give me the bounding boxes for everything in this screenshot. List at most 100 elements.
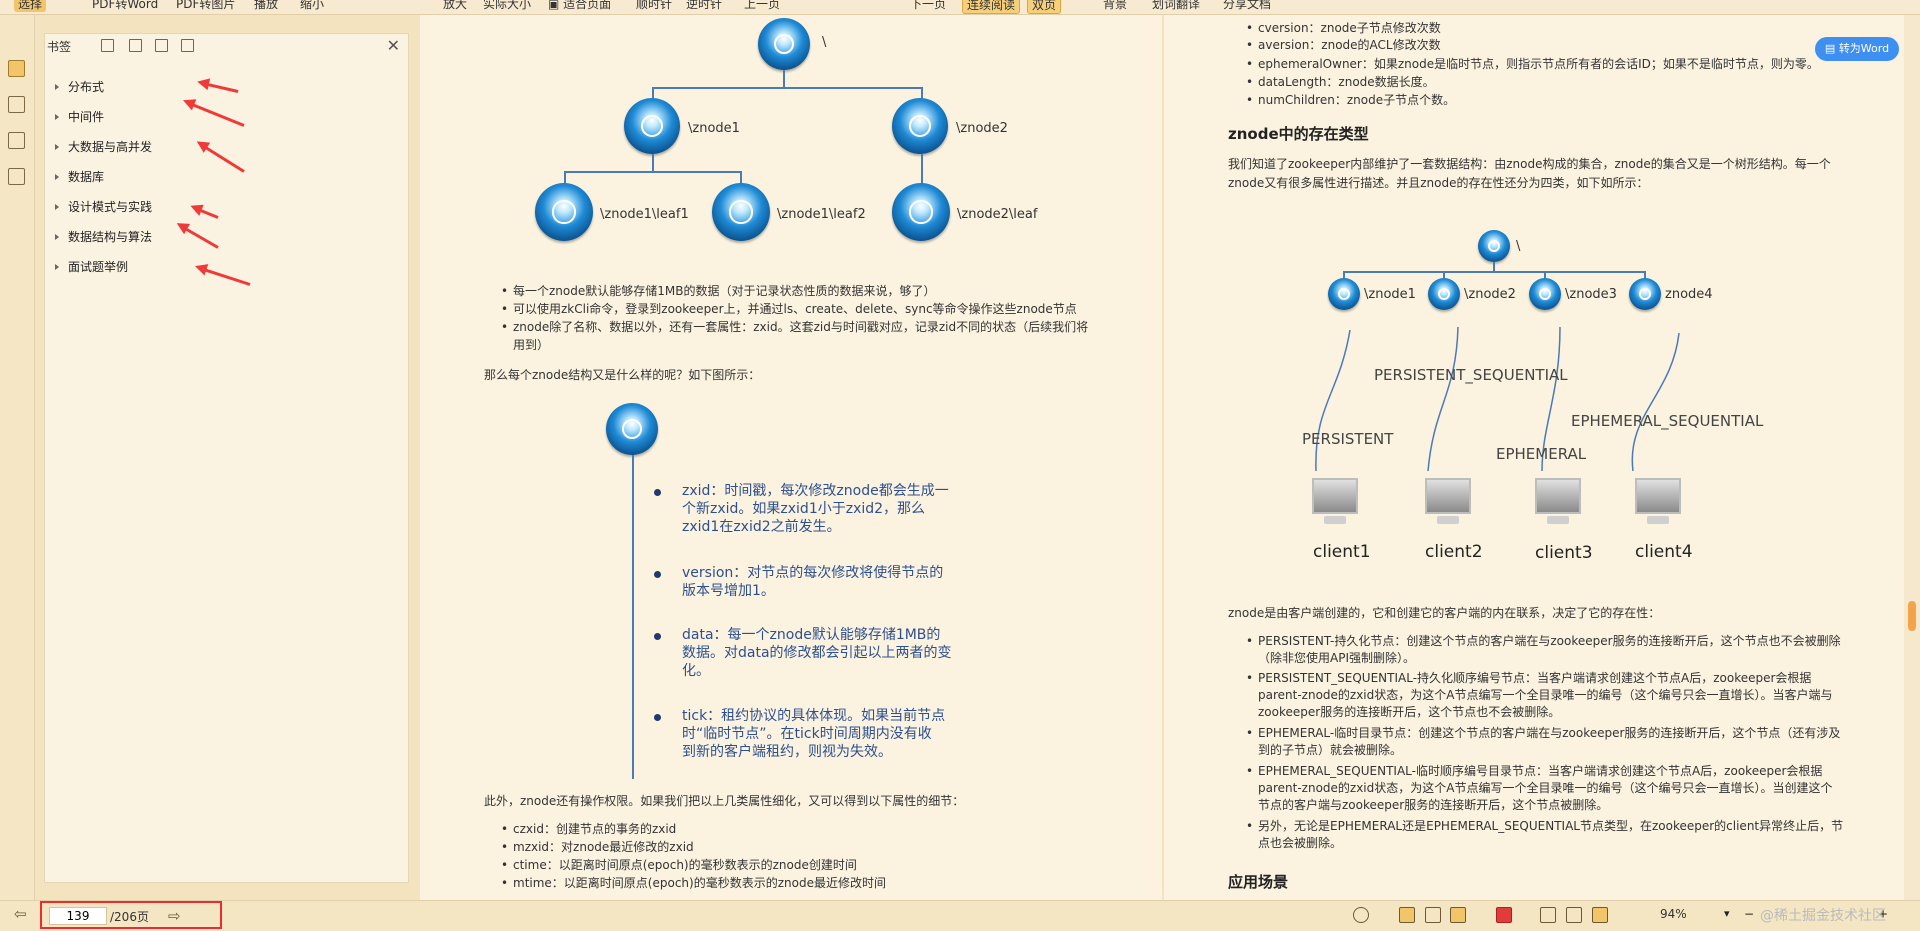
list-item: 每一个znode默认能够存储1MB的数据（对于记录状态性质的数据来说，够了） [501,283,935,300]
annotation-panel-icon[interactable] [8,132,25,149]
list-item: 可以使用zkCli命令，登录到zookeeper上，并通过ls、create、d… [501,301,1077,318]
tree-connector [652,154,654,172]
play-slideshow-icon[interactable] [1496,907,1512,923]
fit-width-icon[interactable] [1540,907,1556,923]
expand-triangle-icon [55,114,59,120]
expand-triangle-icon [55,174,59,180]
list-item: czxid：创建节点的事务的zxid [501,821,676,838]
type-label: PERSISTENT_SEQUENTIAL [1374,366,1568,384]
znode-icon [892,98,948,154]
tree-leaf-label: \znode2\leaf [957,207,1038,222]
type-label: EPHEMERAL [1496,445,1587,463]
list-item: PERSISTENT_SEQUENTIAL-持久化顺序编号节点：当客户端请求创建… [1246,670,1832,721]
pdf-to-word-button[interactable]: PDF转Word [92,0,158,12]
client-label: client4 [1635,542,1693,562]
paragraph: znode是由客户端创建的，它和创建它的客户端的内在联系，决定了它的存在性： [1228,606,1661,620]
next-page-button[interactable]: 下一页 [910,0,946,12]
rotate-counter-button[interactable]: 逆时针 [686,0,722,12]
section-heading: 应用场景 [1228,873,1289,891]
list-item: znode除了名称、数据以外，还有一套属性：zxid。这套zid与时间戳对应，记… [501,319,1088,336]
zoom-level[interactable]: 94% [1660,907,1687,921]
zoom-out-icon[interactable]: − [1744,907,1760,923]
computer-monitor-icon [1633,478,1683,528]
fit-page-icon[interactable] [1592,907,1608,923]
current-page-input[interactable] [49,907,107,925]
tree-root-label: \ [822,35,827,50]
tree-leaf-label: \znode1\leaf2 [777,207,866,222]
bookmark-item[interactable]: 数据库 [55,168,104,185]
bookmark-item[interactable]: 数据结构与算法 [55,228,152,245]
left-rail [0,15,35,900]
double-page-button[interactable]: 双页 [1027,0,1062,14]
paragraph: 那么每个znode结构又是什么样的呢？如下图所示： [484,368,761,382]
total-pages: /206页 [110,910,149,924]
thumbnail-panel-icon[interactable] [8,96,25,113]
type-label: EPHEMERAL_SEQUENTIAL [1571,412,1764,430]
list-item-continuation: 用到） [513,338,550,352]
bookmark-item[interactable]: 设计模式与实践 [55,198,152,215]
list-item: ctime：以距离时间原点(epoch)的毫秒数表示的znode创建时间 [501,857,857,874]
scrollbar-thumb[interactable] [1908,601,1916,631]
expand-all-icon[interactable] [101,39,114,52]
bookmark-item[interactable]: 面试题举例 [55,258,128,275]
double-page-icon[interactable] [1450,907,1466,923]
vertical-divider [632,455,634,779]
tree-leaf-label: \znode1\leaf1 [600,207,689,222]
znode-property: version：对节点的每次修改将使得节点的 版本号增加1。 [682,565,944,599]
top-toolbar: 选择 PDF转Word PDF转图片 播放 缩小 放大 实际大小 ▣ 适合页面 … [0,0,1920,15]
znode-icon [535,183,593,241]
close-icon[interactable]: ✕ [387,36,400,55]
bookmark-item[interactable]: 分布式 [55,78,104,95]
actual-size-button[interactable]: 实际大小 [483,0,531,12]
translate-button[interactable]: 划词翻译 [1152,0,1200,12]
type-label: PERSISTENT [1302,430,1394,448]
znode-property: data：每一个znode默认能够存储1MB的 数据。对data的修改都会引起以上… [682,627,952,679]
collapse-all-icon[interactable] [129,39,142,52]
zoom-in-button[interactable]: 放大 [443,0,467,12]
bullet-dot [654,571,661,578]
eye-protection-icon[interactable] [1353,907,1369,923]
signature-panel-icon[interactable] [8,168,25,185]
zoom-dropdown-chevron-icon[interactable]: ▾ [1724,907,1740,923]
bookmark-item[interactable]: 大数据与高并发 [55,138,152,155]
list-item: mzxid：对znode最近修改的zxid [501,839,694,856]
add-bookmark-icon[interactable] [155,39,168,52]
next-page-arrow-icon[interactable]: ⇨ [168,907,181,925]
background-button[interactable]: 背景 [1103,0,1127,12]
znode-icon [892,183,950,241]
continuous-read-button[interactable]: 连续阅读 [962,0,1021,14]
convert-to-word-button[interactable]: ▤ 转为Word [1815,37,1899,61]
pdf-to-image-button[interactable]: PDF转图片 [176,0,235,12]
bookmark-item[interactable]: 中间件 [55,108,104,125]
play-button[interactable]: 播放 [254,0,278,12]
bullet-dot [654,633,661,640]
tree-node-label: \znode2 [956,121,1008,136]
vertical-scrollbar[interactable] [1904,15,1920,900]
share-button[interactable]: 分享文档 [1223,0,1271,12]
watermark-text: @稀土掘金技术社区 [1760,908,1886,924]
rotate-clockwise-button[interactable]: 顺时针 [636,0,672,12]
zoom-out-button[interactable]: 缩小 [300,0,324,12]
paragraph: 此外，znode还有操作权限。如果我们把以上几类属性细化，又可以得到以下属性的细… [484,794,965,808]
computer-monitor-icon [1423,478,1473,528]
prev-page-arrow-icon[interactable]: ⇦ [14,905,27,923]
prev-page-button[interactable]: 上一页 [744,0,780,12]
expand-triangle-icon [55,234,59,240]
bookmark-title: 书签 [47,40,72,54]
bookmark-settings-icon[interactable] [181,39,194,52]
bullet-dot [654,489,661,496]
list-item: EPHEMERAL-临时目录节点：创建这个节点的客户端在与zookeeper服务… [1246,725,1840,759]
single-page-icon[interactable] [1425,907,1441,923]
bookmark-panel-icon[interactable] [8,60,25,77]
list-item: 另外，无论是EPHEMERAL还是EPHEMERAL_SEQUENTIAL节点类… [1246,818,1843,852]
computer-monitor-icon [1310,478,1360,528]
select-tool-button[interactable]: 选择 [14,0,47,12]
list-item: EPHEMERAL_SEQUENTIAL-临时顺序编号目录节点：当客户端请求创建… [1246,763,1832,814]
tree-node-label: \znode1 [688,121,740,136]
page-navigator: /206页 ⇨ [40,901,222,929]
fit-page-button[interactable]: ▣ 适合页面 [548,0,611,12]
continuous-view-icon[interactable] [1399,907,1415,923]
tree-connector [652,87,922,89]
expand-triangle-icon [55,264,59,270]
fullscreen-icon[interactable] [1566,907,1582,923]
